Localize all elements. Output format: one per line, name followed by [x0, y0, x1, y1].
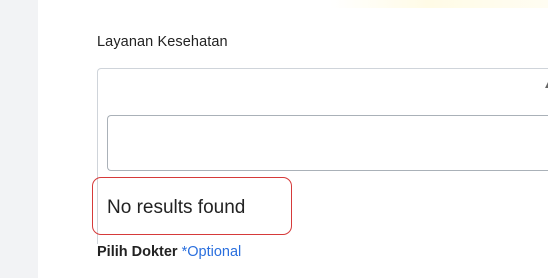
service-label: Layanan Kesehatan: [97, 34, 228, 50]
doctor-label-text: Pilih Dokter: [97, 244, 178, 260]
annotation-highlight-box: [92, 177, 292, 235]
chevron-up-icon[interactable]: ▲: [543, 80, 548, 91]
doctor-label: Pilih Dokter *Optional: [97, 244, 241, 260]
top-header-edge: [330, 0, 548, 8]
service-select[interactable]: [97, 68, 548, 104]
left-sidebar-strip: [0, 0, 38, 278]
service-search-input[interactable]: [107, 115, 548, 171]
optional-tag: *Optional: [181, 244, 242, 260]
